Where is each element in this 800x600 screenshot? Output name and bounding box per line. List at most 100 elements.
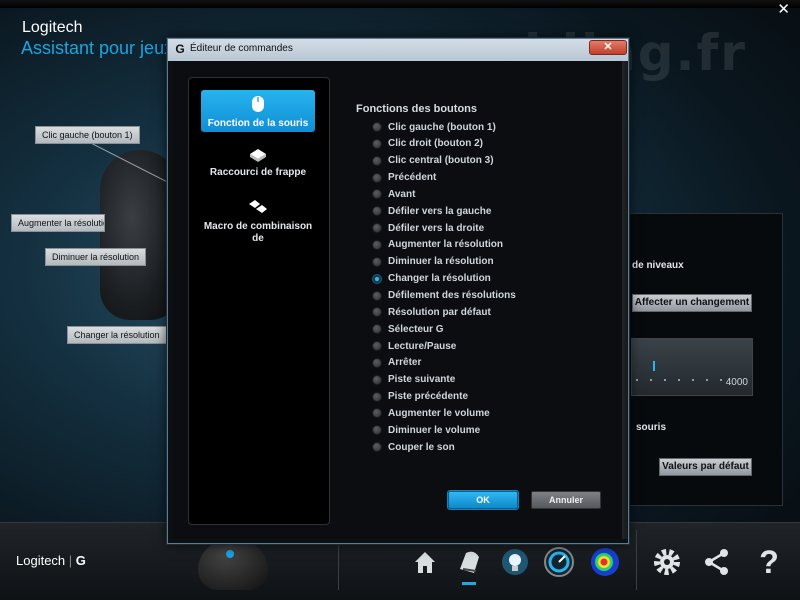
mouse-label: souris (636, 422, 667, 433)
option-label: Défiler vers la droite (388, 222, 485, 234)
ok-button[interactable]: OK (448, 491, 518, 509)
option-row[interactable]: Piste suivante (372, 372, 455, 388)
key-icon (201, 146, 315, 167)
dialog-scrollbar[interactable] (622, 61, 628, 539)
keys-combo-icon (201, 198, 315, 221)
nav-label: Raccourci de frappe (209, 167, 307, 178)
slider-tick (636, 379, 638, 381)
radio-button[interactable] (372, 425, 382, 436)
nav-keystroke[interactable]: Raccourci de frappe (201, 146, 315, 184)
option-row[interactable]: Piste précédente (372, 389, 468, 405)
radio-button[interactable] (372, 223, 382, 234)
dialog-body: Fonction de la souris Raccourci de frapp… (174, 61, 622, 539)
logitech-logo: Logitech | G (16, 553, 86, 568)
app-brand: Logitech (22, 19, 83, 36)
option-row[interactable]: Lecture/Pause (372, 338, 456, 354)
radio-button[interactable] (372, 341, 382, 352)
heatmap-icon[interactable] (588, 545, 622, 579)
callout-decrease-dpi[interactable]: Diminuer la résolution (45, 248, 147, 266)
option-row[interactable]: Arrêter (372, 355, 421, 371)
option-row[interactable]: Résolution par défaut (372, 304, 491, 320)
nav-macro[interactable]: Macro de combinaison de (201, 198, 315, 250)
option-row[interactable]: Clic central (bouton 3) (372, 153, 494, 169)
option-row[interactable]: Augmenter la résolution (372, 237, 503, 253)
share-icon[interactable] (700, 545, 734, 579)
slider-tick (678, 379, 680, 381)
option-row[interactable]: Diminuer la résolution (372, 254, 494, 270)
option-row[interactable]: Augmenter le volume (372, 405, 490, 421)
help-icon[interactable]: ? (752, 544, 786, 580)
radio-selected[interactable] (372, 273, 382, 284)
option-row[interactable]: Précédent (372, 170, 436, 186)
active-tab-marker (462, 582, 476, 585)
option-row[interactable]: Défilement des résolutions (372, 288, 516, 304)
logo-g: G (75, 553, 86, 568)
option-label: Clic droit (bouton 2) (388, 138, 483, 150)
app-subtitle: Assistant pour jeux (21, 38, 174, 58)
option-label: Défiler vers la gauche (388, 205, 492, 217)
mouse-config-icon[interactable] (452, 545, 486, 579)
radio-button[interactable] (372, 256, 382, 267)
option-row[interactable]: Défiler vers la droite (372, 220, 484, 236)
option-row[interactable]: Couper le son (372, 439, 455, 455)
gear-icon[interactable] (650, 545, 684, 579)
option-label: Diminuer la résolution (388, 256, 494, 268)
slider-tick (650, 379, 652, 381)
option-row[interactable]: Sélecteur G (372, 321, 444, 337)
slider-tick (720, 379, 722, 381)
home-icon[interactable] (408, 545, 442, 579)
option-label: Augmenter le volume (388, 407, 490, 419)
defaults-button[interactable]: Valeurs par défaut (659, 458, 752, 476)
callout-left-click[interactable]: Clic gauche (bouton 1) (35, 126, 140, 144)
option-row[interactable]: Changer la résolution (372, 271, 491, 287)
radio-button[interactable] (372, 122, 382, 132)
nav-label: Macro de combinaison de (203, 221, 313, 244)
option-row[interactable]: Défiler vers la gauche (372, 203, 491, 219)
cancel-button[interactable]: Annuler (531, 491, 601, 509)
option-row[interactable]: Clic gauche (bouton 1) (372, 119, 496, 135)
option-row[interactable]: Avant (372, 186, 415, 202)
dpi-slider[interactable]: 4000 (631, 338, 753, 396)
radio-button[interactable] (372, 189, 382, 200)
radio-button[interactable] (372, 206, 382, 217)
command-editor-dialog: G Éditeur de commandes ✕ Fonction de la … (167, 38, 629, 544)
radio-button[interactable] (372, 391, 382, 402)
radio-button[interactable] (372, 155, 382, 166)
option-label: Piste suivante (388, 374, 456, 386)
dialog-close-button[interactable]: ✕ (589, 40, 627, 55)
callout-increase-dpi[interactable]: Augmenter la résolutior (11, 214, 105, 232)
dialog-titlebar[interactable]: G Éditeur de commandes ✕ (168, 39, 628, 61)
option-label: Arrêter (388, 357, 422, 369)
nav-mouse-function[interactable]: Fonction de la souris (201, 90, 315, 132)
slider-thumb[interactable] (653, 361, 655, 371)
slider-value: 4000 (725, 377, 748, 388)
option-row[interactable]: Clic droit (bouton 2) (372, 136, 483, 152)
radio-button[interactable] (372, 138, 382, 149)
radio-button[interactable] (372, 442, 382, 453)
option-label: Augmenter la résolution (388, 239, 504, 251)
option-label: Lecture/Pause (388, 340, 457, 352)
callout-change-dpi[interactable]: Changer la résolution (67, 326, 167, 344)
nav-label: Fonction de la souris (207, 118, 309, 129)
option-label: Couper le son (388, 441, 455, 453)
close-icon[interactable]: ✕ (777, 2, 790, 18)
radio-button[interactable] (372, 408, 382, 419)
radio-button[interactable] (372, 324, 382, 335)
speed-gauge-icon[interactable] (542, 545, 576, 579)
radio-button[interactable] (372, 290, 382, 301)
mouse-icon (201, 95, 315, 118)
slider-tick (692, 379, 694, 381)
dialog-title: Éditeur de commandes (190, 43, 293, 54)
slider-tick (706, 379, 708, 381)
assign-change-button[interactable]: Affecter un changement (632, 294, 752, 312)
option-row[interactable]: Diminuer le volume (372, 422, 480, 438)
radio-button[interactable] (372, 307, 382, 318)
radio-button[interactable] (372, 172, 382, 183)
radio-button[interactable] (372, 239, 382, 250)
radio-button[interactable] (372, 357, 382, 368)
option-label: Clic gauche (bouton 1) (388, 121, 496, 133)
bulb-icon[interactable] (498, 545, 532, 579)
device-mouse-icon[interactable] (198, 540, 268, 590)
radio-button[interactable] (372, 374, 382, 385)
option-label: Clic central (bouton 3) (388, 155, 494, 167)
